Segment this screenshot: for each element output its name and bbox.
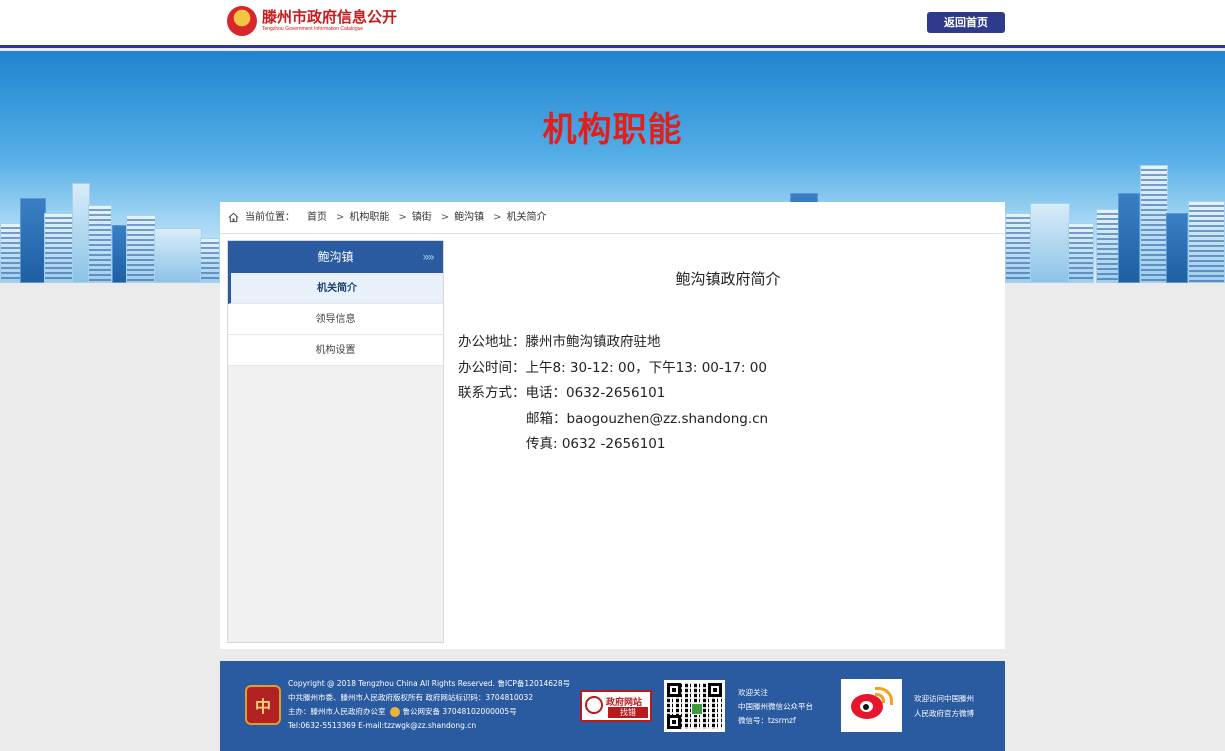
double-chevron-right-icon: »» (422, 250, 435, 264)
info-value: 上午8: 30-12: 00，下午13: 00-17: 00 (525, 359, 767, 376)
logo-subtitle: Tengzhou Government Information Catalogu… (262, 26, 364, 32)
breadcrumb-functions[interactable]: 机构职能 (349, 201, 389, 235)
info-row-email: 邮箱：baogouzhen@zz.shandong.cn (458, 407, 768, 433)
info-row-contact: 联系方式：电话：0632-2656101 (458, 381, 768, 407)
magnifier-icon (585, 696, 603, 714)
info-row-address: 办公地址：滕州市鲍沟镇政府驻地 (458, 330, 768, 356)
breadcrumb-separator: > (398, 211, 407, 223)
sidebar: 鲍沟镇 »» 机关简介 领导信息 机构设置 (227, 240, 444, 643)
contact-line: Tel:0632-5513369 E-mail:tzzwgk@zz.shando… (288, 721, 477, 730)
site-logo[interactable]: 滕州市政府信息公开 Tengzhou Government Informatio… (227, 6, 397, 36)
breadcrumb-separator: > (336, 211, 345, 223)
sidebar-item-structure[interactable]: 机构设置 (228, 335, 443, 366)
weibo-info: 欢迎访问中国滕州 人民政府官方微博 (914, 694, 974, 718)
police-badge-icon (389, 707, 400, 717)
info-value: 电话：0632-2656101 (525, 385, 666, 402)
home-icon[interactable] (228, 212, 239, 223)
sidebar-header-title: 鲍沟镇 (317, 250, 354, 264)
owner-line: 中共滕州市委、滕州市人民政府版权所有 政府网站标识码：3704810032 (288, 693, 534, 702)
wechat-qr-code (664, 680, 725, 732)
breadcrumb-separator: > (493, 211, 502, 223)
info-label: 办公时间： (458, 359, 526, 376)
info-label: 办公地址： (458, 334, 526, 350)
copyright-line: Copyright @ 2018 Tengzhou China All Righ… (288, 679, 571, 688)
sidebar-header: 鲍沟镇 »» (228, 241, 443, 273)
content-panel: 当前位置： 首页 > 机构职能 > 镇街 > 鲍沟镇 > 机关简介 鲍沟镇 »»… (220, 202, 1005, 649)
top-header: 滕州市政府信息公开 Tengzhou Government Informatio… (0, 0, 1225, 48)
breadcrumb-home[interactable]: 首页 (307, 201, 327, 235)
info-value: 传真: 0632 -2656101 (526, 436, 666, 453)
police-record[interactable]: 鲁公网安备 37048102000005号 (403, 707, 517, 716)
footer: Copyright @ 2018 Tengzhou China All Righ… (220, 661, 1005, 751)
info-row-hours: 办公时间：上午8: 30-12: 00，下午13: 00-17: 00 (458, 356, 768, 382)
breadcrumb-separator: > (440, 211, 450, 223)
info-value: 邮箱：baogouzhen@zz.shandong.cn (526, 410, 769, 427)
breadcrumb-towns[interactable]: 镇街 (412, 201, 432, 235)
banner-title: 机构职能 (542, 111, 683, 149)
breadcrumb-baogou[interactable]: 鲍沟镇 (454, 201, 484, 235)
info-label: 联系方式： (458, 385, 526, 402)
info-row-fax: 传真: 0632 -2656101 (458, 432, 768, 458)
info-block: 办公地址：滕州市鲍沟镇政府驻地 办公时间：上午8: 30-12: 00，下午13… (458, 330, 768, 458)
gov-site-error-report-button[interactable]: 政府网站 找错 (580, 690, 652, 722)
footer-text: Copyright @ 2018 Tengzhou China All Righ… (288, 677, 570, 733)
sidebar-item-overview[interactable]: 机关简介 (228, 273, 443, 304)
logo-title: 滕州市政府信息公开 (262, 9, 398, 26)
sidebar-item-leaders[interactable]: 领导信息 (228, 304, 443, 335)
weibo-icon[interactable] (841, 679, 902, 732)
back-home-button[interactable]: 返回首页 (927, 12, 1005, 33)
page-title: 鲍沟镇政府简介 (675, 270, 781, 288)
breadcrumb-label: 当前位置： (245, 211, 295, 223)
breadcrumb: 当前位置： 首页 > 机构职能 > 镇街 > 鲍沟镇 > 机关简介 (220, 202, 1005, 234)
info-value: 滕州市鲍沟镇政府驻地 (525, 334, 661, 350)
party-gov-emblem-icon[interactable] (245, 685, 281, 725)
national-emblem-icon (227, 6, 257, 36)
wechat-info: 欢迎关注 中国滕州微信公众平台 微信号：tzsrmzf (738, 688, 813, 725)
host-line: 主办：滕州市人民政府办公室 鲁公网安备 37048102000005号 (288, 707, 517, 717)
breadcrumb-current: 机关简介 (506, 211, 547, 223)
